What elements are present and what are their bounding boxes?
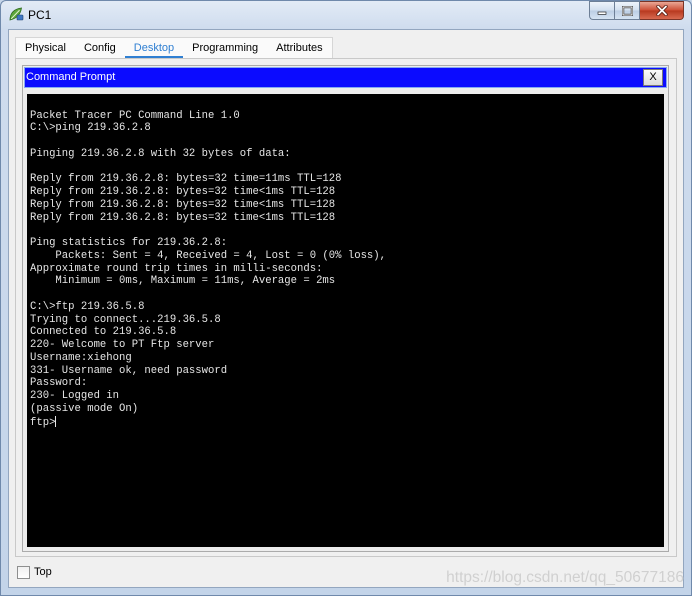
terminal-line-text: Reply from 219.36.2.8: bytes=32 time<1ms… [30,186,336,198]
terminal-line-text: Connected to 219.36.5.8 [30,326,177,339]
terminal-line: Reply from 219.36.2.8: bytes=32 time<1ms… [30,186,664,199]
tab-desktop[interactable]: Desktop [124,38,184,59]
tab-programming[interactable]: Programming [183,38,267,58]
window-controls [589,1,684,20]
watermark: https://blog.csdn.net/qq_50677186 [446,569,684,586]
terminal-line: Reply from 219.36.2.8: bytes=32 time=11m… [30,173,664,186]
terminal-line: 220- Welcome to PT Ftp server [30,339,664,352]
terminal-line: Username:xiehong [30,352,664,365]
window-title: PC1 [28,8,52,22]
tab-attributes[interactable]: Attributes [267,38,331,58]
command-prompt-close-button[interactable]: X [643,69,663,86]
terminal-line: C:\>ping 219.36.2.8 [30,122,664,135]
terminal-line: (passive mode On) [30,403,664,416]
terminal-line: Password: [30,377,664,390]
terminal-line-text: ftp> [30,416,56,429]
tab-physical[interactable]: Physical [16,38,75,58]
command-prompt-title: Command Prompt [26,71,116,83]
terminal-line-text: Packet Tracer PC Command Line 1.0 [30,109,240,122]
terminal-line-text: C:\>ping 219.36.2.8 [30,122,151,135]
tab-strip: Physical Config Desktop Programming Attribut… [15,37,333,59]
terminal-line-text: Reply from 219.36.2.8: bytes=32 time<1ms… [30,211,336,224]
terminal-line: Pinging 219.36.2.8 with 32 bytes of data… [30,148,664,161]
terminal-line: 331- Username ok, need password [30,365,664,378]
terminal-line-text: (passive mode On) [30,402,139,415]
maximize-button[interactable] [614,1,640,20]
terminal-line: Connected to 219.36.5.8 [30,326,664,339]
terminal-line: Reply from 219.36.2.8: bytes=32 time<1ms… [30,212,664,225]
command-prompt-title-bar [24,67,667,88]
terminal-line-text: Reply from 219.36.2.8: bytes=32 time<1ms… [30,198,336,211]
terminal-line: Minimum = 0ms, Maximum = 11ms, Average =… [30,275,664,288]
terminal-line-text: Pinging 219.36.2.8 with 32 bytes of data… [30,147,291,160]
terminal-line-text: 220- Welcome to PT Ftp server [30,339,215,351]
terminal-line: Packet Tracer PC Command Line 1.0 [30,110,664,123]
minimize-button[interactable] [589,1,614,20]
terminal-line-text: Trying to connect...219.36.5.8 [30,313,221,326]
terminal-output[interactable]: Packet Tracer PC Command Line 1.0 C:\>pin… [27,94,664,547]
terminal-line-text: Packets: Sent = 4, Received = 4, Lost = … [30,249,387,262]
terminal-line: 230- Logged in [30,390,664,403]
terminal-line-text: Password: [30,377,88,390]
terminal-line-text: 331- Username ok, need password [30,364,228,377]
close-icon [655,5,668,16]
terminal-line-text: Username:xiehong [30,351,132,364]
terminal-line-text: Ping statistics for 219.36.2.8: [30,237,228,249]
top-checkbox-label: Top [34,566,52,578]
maximize-icon [621,5,633,16]
terminal-line: Approximate round trip times in milli-se… [30,263,664,276]
text-cursor [55,415,57,427]
close-button[interactable] [640,1,684,20]
tab-config[interactable]: Config [75,38,125,58]
terminal-line-text: C:\>ftp 219.36.5.8 [30,300,145,313]
terminal-line-text: 230- Logged in [30,390,120,402]
terminal-line: Reply from 219.36.2.8: bytes=32 time<1ms… [30,199,664,212]
packet-tracer-pc-icon[interactable] [8,6,24,22]
terminal-line-text: Reply from 219.36.2.8: bytes=32 time=11m… [30,173,342,186]
minimize-icon [597,11,607,15]
terminal-line: ftp> [30,415,664,429]
top-checkbox[interactable] [17,566,30,579]
terminal-line: C:\>ftp 219.36.5.8 [30,301,664,314]
terminal-line: Packets: Sent = 4, Received = 4, Lost = … [30,250,664,263]
terminal-line: Ping statistics for 219.36.2.8: [30,237,664,250]
terminal-line: Trying to connect...219.36.5.8 [30,314,664,327]
terminal-line-text: Approximate round trip times in milli-se… [30,262,323,275]
terminal-line-text: Minimum = 0ms, Maximum = 11ms, Average =… [30,275,336,288]
